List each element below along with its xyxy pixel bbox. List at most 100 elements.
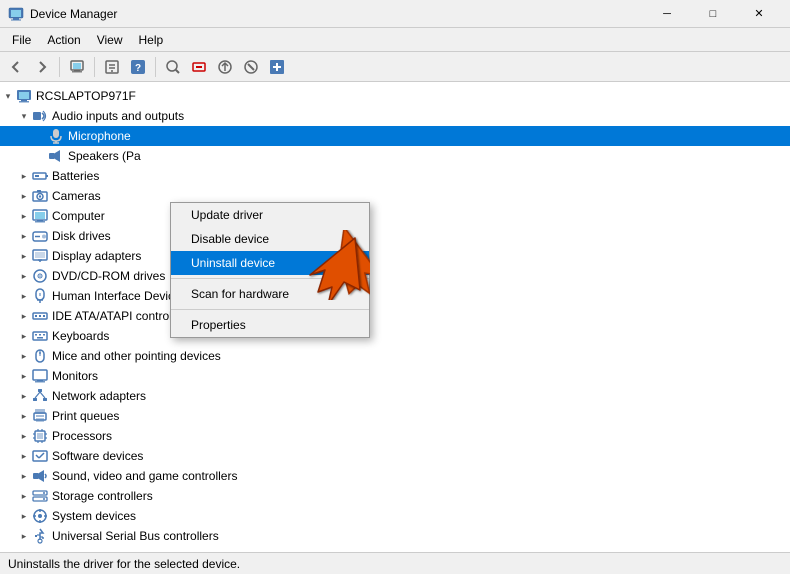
computer-expand <box>16 211 32 222</box>
tree-item-computer[interactable]: Computer <box>0 206 790 226</box>
software-expand <box>16 451 32 462</box>
dvd-icon <box>32 268 48 284</box>
cameras-expand <box>16 191 32 202</box>
processors-expand <box>16 431 32 442</box>
processor-icon <box>32 428 48 444</box>
network-label: Network adapters <box>52 389 146 403</box>
batteries-label: Batteries <box>52 169 99 183</box>
tree-item-keyboards[interactable]: Keyboards <box>0 326 790 346</box>
maximize-button[interactable]: □ <box>690 0 736 28</box>
tree-item-hid[interactable]: Human Interface Devices <box>0 286 790 306</box>
tree-item-cameras[interactable]: Cameras <box>0 186 790 206</box>
tree-item-mice[interactable]: Mice and other pointing devices <box>0 346 790 366</box>
softwaredevices-label: Software devices <box>52 449 143 463</box>
title-text: Device Manager <box>30 7 644 21</box>
print-expand <box>16 411 32 422</box>
tree-root[interactable]: RCSLAPTOP971F <box>0 86 790 106</box>
tree-item-audio[interactable]: Audio inputs and outputs <box>0 106 790 126</box>
hid-expand <box>16 291 32 302</box>
mouse-icon <box>32 348 48 364</box>
title-bar: Device Manager ─ □ ✕ <box>0 0 790 28</box>
cameras-icon <box>32 188 48 204</box>
context-menu-scan-hardware[interactable]: Scan for hardware <box>171 282 369 306</box>
context-menu: Update driver Disable device Uninstall d… <box>170 202 370 338</box>
menu-file[interactable]: File <box>4 31 39 49</box>
tree-item-storagecontrollers[interactable]: Storage controllers <box>0 486 790 506</box>
software-icon <box>32 448 48 464</box>
uninstall-button[interactable] <box>187 55 211 79</box>
print-icon <box>32 408 48 424</box>
tree-item-sound[interactable]: Sound, video and game controllers <box>0 466 790 486</box>
tree-item-systemdevices[interactable]: System devices <box>0 506 790 526</box>
tree-item-batteries[interactable]: Batteries <box>0 166 790 186</box>
scan-button[interactable] <box>161 55 185 79</box>
microphone-label: Microphone <box>68 129 131 143</box>
tree-item-usb[interactable]: Universal Serial Bus controllers <box>0 526 790 546</box>
audio-label: Audio inputs and outputs <box>52 109 184 123</box>
printqueues-label: Print queues <box>52 409 119 423</box>
tree-item-displayadapters[interactable]: Display adapters <box>0 246 790 266</box>
context-menu-update-driver[interactable]: Update driver <box>171 203 369 227</box>
context-menu-sep1 <box>171 278 369 279</box>
ide-expand <box>16 311 32 322</box>
root-label: RCSLAPTOP971F <box>36 89 136 103</box>
mice-expand <box>16 351 32 362</box>
minimize-button[interactable]: ─ <box>644 0 690 28</box>
tree-item-network[interactable]: Network adapters <box>0 386 790 406</box>
display-icon <box>32 248 48 264</box>
network-expand <box>16 391 32 402</box>
tree-item-speakers[interactable]: Speakers (Pa <box>0 146 790 166</box>
close-button[interactable]: ✕ <box>736 0 782 28</box>
tree-panel[interactable]: RCSLAPTOP971F Audio inputs and outputs <box>0 82 790 552</box>
dvdrom-label: DVD/CD-ROM drives <box>52 269 165 283</box>
toolbar: ? <box>0 52 790 82</box>
tree-item-monitors[interactable]: Monitors <box>0 366 790 386</box>
help-button[interactable]: ? <box>126 55 150 79</box>
monitors-expand <box>16 371 32 382</box>
root-icon <box>16 88 32 104</box>
network-icon <box>32 388 48 404</box>
menu-help[interactable]: Help <box>131 31 172 49</box>
context-menu-properties[interactable]: Properties <box>171 313 369 337</box>
displayadapters-label: Display adapters <box>52 249 141 263</box>
add-hardware-button[interactable] <box>265 55 289 79</box>
tree-item-ide[interactable]: IDE ATA/ATAPI controllers <box>0 306 790 326</box>
audio-icon <box>32 108 48 124</box>
disable-button[interactable] <box>239 55 263 79</box>
sound-expand <box>16 471 32 482</box>
tree-item-dvdrom[interactable]: DVD/CD-ROM drives <box>0 266 790 286</box>
microphone-icon <box>48 128 64 144</box>
menu-bar: File Action View Help <box>0 28 790 52</box>
diskdrives-label: Disk drives <box>52 229 111 243</box>
keyboard-icon <box>32 328 48 344</box>
svg-text:?: ? <box>135 63 141 74</box>
context-menu-disable-device[interactable]: Disable device <box>171 227 369 251</box>
tree-item-microphone[interactable]: Microphone <box>0 126 790 146</box>
storage-expand <box>16 491 32 502</box>
back-button[interactable] <box>4 55 28 79</box>
update-driver-button[interactable] <box>213 55 237 79</box>
tree-item-softwaredevices[interactable]: Software devices <box>0 446 790 466</box>
properties-button[interactable] <box>100 55 124 79</box>
toolbar-sep-1 <box>59 57 60 77</box>
context-menu-uninstall-device[interactable]: Uninstall device <box>171 251 369 275</box>
toolbar-sep-3 <box>155 57 156 77</box>
sound-label: Sound, video and game controllers <box>52 469 237 483</box>
forward-button[interactable] <box>30 55 54 79</box>
tree-item-processors[interactable]: Processors <box>0 426 790 446</box>
audio-expand <box>16 111 32 122</box>
systemdevices-label: System devices <box>52 509 136 523</box>
hid-icon <box>32 288 48 304</box>
keyboards-expand <box>16 331 32 342</box>
menu-action[interactable]: Action <box>39 31 88 49</box>
menu-view[interactable]: View <box>89 31 131 49</box>
monitors-label: Monitors <box>52 369 98 383</box>
tree-item-printqueues[interactable]: Print queues <box>0 406 790 426</box>
up-button[interactable] <box>65 55 89 79</box>
toolbar-sep-2 <box>94 57 95 77</box>
sound-icon <box>32 468 48 484</box>
system-expand <box>16 511 32 522</box>
dvd-expand <box>16 271 32 282</box>
tree-item-diskdrives[interactable]: Disk drives <box>0 226 790 246</box>
disk-expand <box>16 231 32 242</box>
